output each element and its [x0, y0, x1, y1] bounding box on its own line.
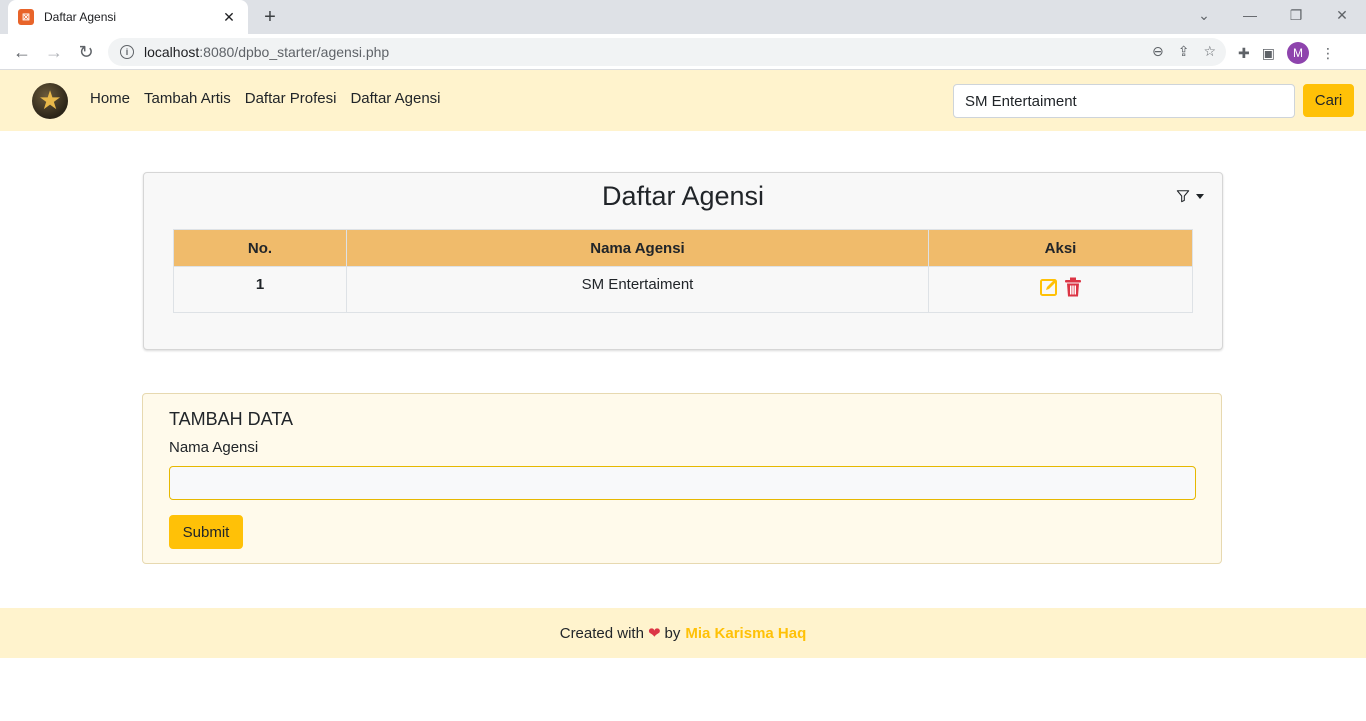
agensi-list-card: Daftar Agensi No. Nama Agensi Aksi 1 SM … — [143, 172, 1223, 350]
browser-menu-icon[interactable]: ⋮ — [1321, 45, 1335, 62]
extensions-icon[interactable]: ✚ — [1238, 45, 1250, 62]
new-tab-icon[interactable]: + — [258, 6, 282, 28]
page-title: Daftar Agensi — [601, 181, 765, 211]
table-header-row: No. Nama Agensi Aksi — [173, 229, 1193, 267]
heart-icon: ❤ — [647, 625, 661, 642]
side-panel-icon[interactable]: ▣ — [1262, 45, 1275, 62]
reload-icon[interactable]: ↻ — [74, 40, 98, 64]
footer-by: by — [664, 624, 681, 642]
site-info-icon[interactable]: i — [120, 45, 134, 59]
share-icon[interactable]: ⇪ — [1178, 43, 1190, 60]
cell-no: 1 — [173, 266, 347, 313]
cell-nama-agensi: SM Entertaiment — [346, 266, 929, 313]
forward-icon[interactable]: → — [42, 40, 66, 64]
footer-prefix: Created with — [559, 624, 644, 642]
tab-title: Daftar Agensi — [44, 10, 117, 24]
edit-icon[interactable] — [1039, 277, 1058, 297]
nav-link-home[interactable]: Home — [90, 90, 130, 107]
site-logo[interactable]: ★ — [32, 83, 68, 119]
url-host: localhost — [144, 44, 200, 60]
tab-search-icon[interactable]: ⌄ — [1182, 0, 1226, 30]
profile-avatar[interactable]: M — [1286, 42, 1309, 64]
trash-icon[interactable] — [1064, 277, 1082, 297]
star-logo-icon: ★ — [38, 85, 62, 115]
nav-links: Home Tambah Artis Daftar Profesi Daftar … — [90, 90, 441, 107]
nama-agensi-label: Nama Agensi — [169, 439, 259, 456]
table-row: 1 SM Entertaiment — [173, 266, 1193, 313]
submit-button[interactable]: Submit — [169, 515, 243, 549]
column-header-no: No. — [173, 229, 347, 267]
zoom-icon[interactable]: ⊖ — [1152, 43, 1164, 60]
browser-tab[interactable]: ⊠ Daftar Agensi ✕ — [8, 0, 248, 34]
restore-icon[interactable]: ❐ — [1274, 0, 1318, 30]
site-navbar: ★ Home Tambah Artis Daftar Profesi Dafta… — [0, 70, 1366, 131]
form-heading: TAMBAH DATA — [169, 409, 294, 429]
back-icon[interactable]: ← — [10, 40, 34, 64]
column-header-aksi: Aksi — [928, 229, 1193, 267]
url-text[interactable]: localhost:8080/dpbo_starter/agensi.php — [144, 44, 389, 60]
caret-down-icon — [1196, 193, 1204, 199]
browser-toolbar: ← → ↻ i localhost:8080/dpbo_starter/agen… — [0, 34, 1366, 70]
author-link[interactable]: Mia Karisma Haq — [685, 625, 806, 642]
nama-agensi-input[interactable] — [169, 466, 1196, 500]
tambah-data-card: TAMBAH DATA Nama Agensi Submit — [142, 393, 1222, 564]
nav-link-daftar-profesi[interactable]: Daftar Profesi — [245, 90, 337, 107]
bookmark-star-icon[interactable]: ☆ — [1203, 43, 1216, 60]
filter-dropdown[interactable] — [1176, 189, 1204, 203]
site-footer: Created with ❤ by Mia Karisma Haq — [0, 608, 1366, 658]
xampp-favicon-icon: ⊠ — [18, 9, 34, 25]
agensi-table: No. Nama Agensi Aksi 1 SM Entertaiment — [173, 229, 1193, 313]
column-header-nama-agensi: Nama Agensi — [346, 229, 929, 267]
search-input[interactable] — [953, 84, 1295, 118]
close-tab-icon[interactable]: ✕ — [220, 9, 238, 26]
window-close-icon[interactable]: ✕ — [1320, 0, 1364, 30]
search-button[interactable]: Cari — [1303, 84, 1354, 117]
nav-link-tambah-artis[interactable]: Tambah Artis — [144, 90, 231, 107]
minimize-icon[interactable]: — — [1228, 0, 1272, 30]
filter-icon — [1176, 190, 1190, 203]
cell-aksi — [928, 266, 1193, 313]
nav-link-daftar-agensi[interactable]: Daftar Agensi — [350, 90, 440, 107]
browser-tabstrip: ⊠ Daftar Agensi ✕ + ⌄ — ❐ ✕ — [0, 0, 1366, 34]
url-path: :8080/dpbo_starter/agensi.php — [199, 44, 390, 60]
address-bar[interactable]: i localhost:8080/dpbo_starter/agensi.php… — [108, 38, 1226, 66]
